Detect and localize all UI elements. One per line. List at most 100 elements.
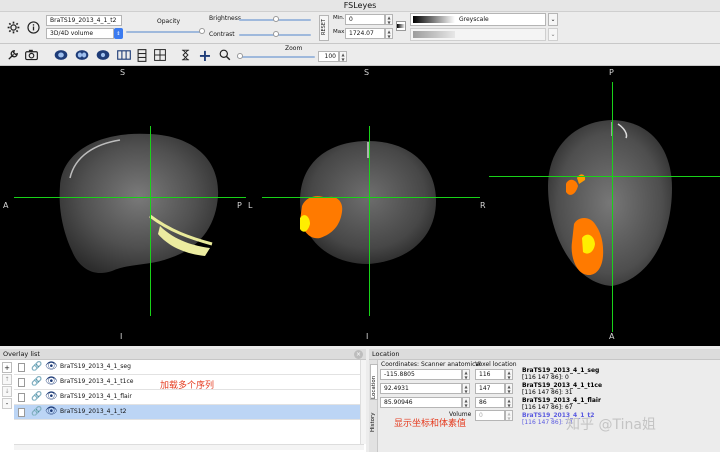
coordinate-x-field[interactable]: -115.8805 — [380, 369, 462, 380]
crosshair-toggle-icon[interactable]: + — [197, 46, 213, 65]
file-icon — [18, 408, 25, 417]
remove-overlay-button[interactable]: - — [2, 398, 12, 409]
volume-spinner[interactable]: ▲ ▼ — [505, 410, 513, 421]
movie-icon[interactable] — [178, 48, 192, 62]
link-icon[interactable]: 🔗 — [31, 392, 42, 402]
chevron-down-icon[interactable]: ⌄ — [548, 28, 558, 41]
coordinate-y-spinner[interactable]: ▲ ▼ — [462, 383, 470, 394]
opacity-slider-handle[interactable] — [199, 28, 205, 34]
file-icon — [18, 363, 25, 372]
gear-icon[interactable] — [6, 20, 20, 34]
overlay-list-item[interactable]: 🔗 👁 BraTS19_2013_4_1_flair — [14, 390, 364, 405]
tab-history[interactable]: History — [370, 406, 376, 432]
overlay-annotation: 加载多个序列 — [160, 381, 215, 391]
axial-view-icon[interactable] — [95, 48, 111, 62]
volume-field[interactable]: 0 — [475, 410, 505, 421]
opacity-slider[interactable] — [126, 31, 204, 33]
file-icon — [18, 378, 25, 387]
voxel-x-field[interactable]: 116 — [475, 369, 505, 380]
zoom-slider-handle[interactable] — [237, 53, 243, 59]
overlay-list-item[interactable]: 🔗 👁 BraTS19_2013_4_1_seg — [14, 360, 364, 375]
location-annotation: 显示坐标和体素值 — [394, 419, 467, 429]
sagittal-slice[interactable] — [59, 133, 219, 274]
axial-slice[interactable] — [548, 120, 672, 286]
coronal-top-label: S — [364, 68, 370, 77]
zoom-field[interactable]: 100 — [318, 51, 339, 62]
info-overlay-value: [116 147 86]: 31 — [522, 389, 573, 396]
negative-colormap-preview — [413, 31, 455, 38]
negative-colormap-select[interactable] — [410, 28, 546, 41]
axial-bottom-label: A — [609, 332, 615, 341]
coordinate-x-spinner[interactable]: ▲ ▼ — [462, 369, 470, 380]
sagittal-bottom-label: I — [120, 332, 123, 341]
coronal-crosshair-horizontal — [262, 197, 480, 198]
overlay-list-header: Overlay list — [0, 349, 366, 360]
sagittal-left-label: A — [3, 201, 9, 210]
tab-location[interactable]: Location — [370, 364, 378, 400]
sagittal-view-icon[interactable] — [53, 48, 69, 62]
info-icon[interactable] — [26, 20, 40, 34]
zoom-icon[interactable] — [218, 48, 232, 62]
layout-horizontal-icon[interactable] — [116, 48, 132, 62]
link-icon[interactable]: 🔗 — [31, 377, 42, 387]
coronal-view-icon[interactable] — [74, 48, 90, 62]
bottom-panels: Overlay list × + ↑ ↓ - 🔗 👁 BraTS19_2013_4_… — [0, 346, 720, 452]
reset-button[interactable]: RESET — [319, 15, 329, 41]
contrast-label: Contrast — [209, 31, 235, 38]
min-spinner[interactable]: ▲ ▼ — [385, 14, 393, 25]
vertical-scrollbar[interactable] — [360, 360, 366, 444]
contrast-slider-handle[interactable] — [273, 31, 279, 37]
watermark: 知乎 @Tina姐 — [566, 417, 656, 433]
axial-crosshair-vertical — [612, 82, 613, 332]
zoom-label: Zoom — [285, 45, 303, 52]
overlay-list-item[interactable]: 🔗 👁 BraTS19_2013_4_1_t2 — [14, 405, 364, 420]
voxel-z-field[interactable]: 86 — [475, 397, 505, 408]
coordinate-z-spinner[interactable]: ▲ ▼ — [462, 397, 470, 408]
chevron-updown-icon[interactable]: ⇕ — [114, 28, 123, 39]
max-field[interactable]: 1724.07 — [345, 28, 385, 39]
zoom-spinner[interactable]: ▲ ▼ — [339, 51, 347, 62]
voxel-x-spinner[interactable]: ▲ ▼ — [505, 369, 513, 380]
coronal-crosshair-vertical — [369, 126, 370, 316]
brightness-label: Brightness — [209, 15, 241, 22]
max-spinner[interactable]: ▲ ▼ — [385, 28, 393, 39]
wrench-icon[interactable] — [6, 48, 20, 62]
colormap-select[interactable]: Greyscale — [410, 13, 546, 26]
eye-icon[interactable]: 👁 — [45, 376, 58, 387]
voxel-z-spinner[interactable]: ▲ ▼ — [505, 397, 513, 408]
layout-grid-icon[interactable] — [153, 48, 167, 62]
camera-icon[interactable] — [24, 48, 38, 62]
min-label: Min. — [333, 15, 345, 21]
ortho-view-canvas[interactable]: S I A P S I L R P A — [0, 66, 720, 346]
coordinate-y-field[interactable]: 92.4931 — [380, 383, 462, 394]
brightness-slider-handle[interactable] — [273, 16, 279, 22]
voxel-y-spinner[interactable]: ▲ ▼ — [505, 383, 513, 394]
zoom-slider[interactable] — [237, 56, 315, 58]
coordinate-z-field[interactable]: 85.90946 — [380, 397, 462, 408]
sagittal-crosshair-vertical — [150, 126, 151, 316]
coronal-right-label: R — [480, 201, 486, 210]
voxel-y-field[interactable]: 147 — [475, 383, 505, 394]
axial-crosshair-horizontal — [489, 176, 720, 177]
overlay-name-field[interactable]: BraTS19_2013_4_1_t2 — [46, 15, 122, 26]
link-icon[interactable]: 🔗 — [31, 362, 42, 372]
min-field[interactable]: 0 — [345, 14, 385, 25]
overlay-type-select[interactable]: 3D/4D volume — [46, 28, 114, 39]
add-overlay-button[interactable]: + — [2, 362, 12, 373]
eye-icon[interactable]: 👁 — [45, 361, 58, 372]
eye-icon[interactable]: 👁 — [45, 406, 58, 417]
move-down-button[interactable]: ↓ — [2, 386, 12, 397]
chevron-down-icon[interactable]: ⌄ — [548, 13, 558, 26]
link-icon[interactable]: 🔗 — [31, 407, 42, 417]
coronal-slice[interactable] — [300, 141, 436, 264]
location-info-list: BraTS19_2013_4_1_seg [116 147 86]: 0 BraTS… — [522, 367, 718, 452]
colormap-invert-icon[interactable] — [396, 21, 406, 31]
eye-icon[interactable]: 👁 — [45, 391, 58, 402]
file-icon — [18, 393, 25, 402]
horizontal-scrollbar[interactable] — [14, 444, 364, 450]
move-up-button[interactable]: ↑ — [2, 374, 12, 385]
layout-vertical-icon[interactable] — [135, 48, 149, 62]
close-icon[interactable]: × — [354, 350, 363, 359]
overlay-name: BraTS19_2013_4_1_t2 — [60, 408, 127, 415]
window-title: FSLeyes — [0, 0, 720, 12]
